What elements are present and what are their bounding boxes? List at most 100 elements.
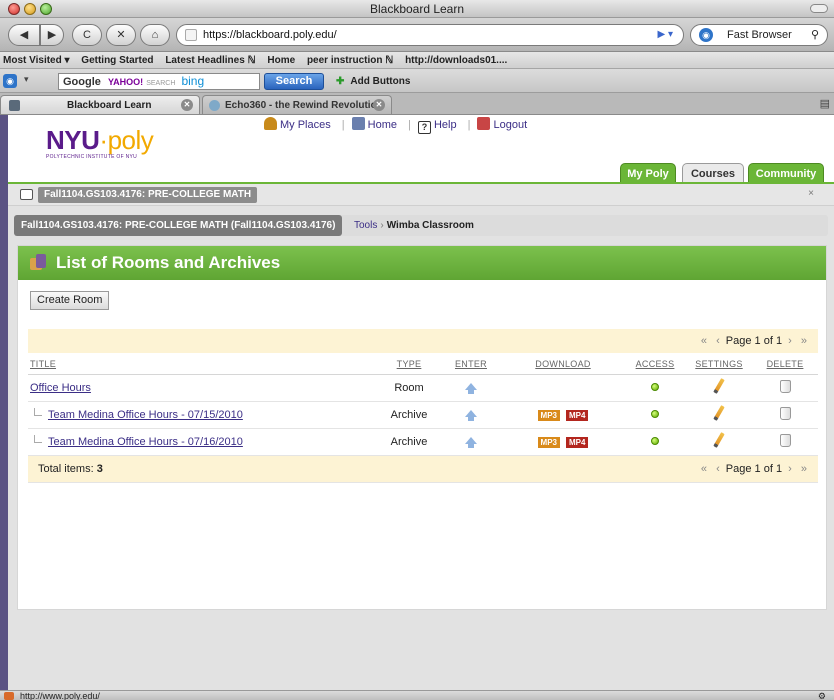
stop-button[interactable]: ✕ [106,24,136,46]
column-settings[interactable]: SETTINGS [686,354,752,375]
search-engine-icon[interactable]: ◉ [699,28,713,42]
toolbar-search-input[interactable]: Google YAHOO! SEARCH bing [58,73,260,90]
next-page-icon[interactable]: › [788,463,792,475]
bookmark-peer-instruction[interactable]: peer instruction ℕ [307,55,393,66]
logout-link[interactable]: Logout [477,117,531,131]
status-text: http://www.poly.edu/ [20,691,100,700]
room-title-cell: Team Medina Office Hours - 07/15/2010 [28,401,378,429]
chevron-down-icon[interactable]: ▾ [24,74,29,85]
delete-cell [752,401,818,429]
bottom-pager: « ‹ Page 1 of 1 › » [378,455,818,483]
settings-gear-icon[interactable]: ⚙ [818,691,826,700]
first-page-icon[interactable]: « [701,463,707,475]
go-arrow-icon[interactable]: ▶ ▾ [658,25,674,45]
pencil-icon[interactable] [713,432,725,448]
reload-button[interactable]: C [72,24,102,46]
person-icon [264,117,277,130]
forward-button[interactable]: ▶ [40,24,64,46]
zoom-window-icon[interactable] [40,3,52,15]
trash-icon[interactable] [779,379,791,393]
window-title: Blackboard Learn [369,2,465,16]
column-enter[interactable]: ENTER [440,354,502,375]
tab-courses[interactable]: Courses [682,163,744,183]
blackboard-favicon-icon [9,100,20,111]
toolbar-toggle-icon[interactable] [810,4,828,13]
rooms-table: TITLE TYPE ENTER DOWNLOAD ACCESS SETTING… [28,354,818,483]
mp4-download-icon[interactable]: MP4 [566,409,589,421]
toolbar-search-button[interactable]: Search [264,73,324,90]
home-button[interactable]: ⌂ [140,24,170,46]
prev-page-icon[interactable]: ‹ [716,463,720,475]
close-tab-icon[interactable]: ✕ [373,99,385,111]
enter-arrow-icon[interactable] [465,436,477,448]
last-page-icon[interactable]: » [801,463,807,475]
table-row: Team Medina Office Hours - 07/16/2010 Ar… [28,428,818,456]
table-header-row: TITLE TYPE ENTER DOWNLOAD ACCESS SETTING… [28,354,818,375]
room-link[interactable]: Office Hours [30,382,91,394]
pencil-icon[interactable] [713,378,725,394]
column-access[interactable]: ACCESS [624,354,686,375]
url-input[interactable]: https://blackboard.poly.edu/ ▶ ▾ [176,24,684,46]
close-icon[interactable]: × [808,188,814,199]
panel-header: List of Rooms and Archives [18,246,826,280]
close-tab-icon[interactable]: ✕ [181,99,193,111]
bookmark-getting-started[interactable]: Getting Started [81,55,153,66]
trash-icon[interactable] [779,406,791,420]
close-window-icon[interactable] [8,3,20,15]
column-title[interactable]: TITLE [28,354,378,375]
search-toolbar: ◉ ▾ Google YAHOO! SEARCH bing Search ✚ Ad… [0,69,834,93]
separator: | [408,119,411,131]
home-link[interactable]: Home [351,117,401,131]
course-menu-icon[interactable] [20,189,33,200]
add-buttons-label: Add Buttons [350,76,411,87]
archive-link[interactable]: Team Medina Office Hours - 07/16/2010 [48,436,243,448]
bookmark-downloads[interactable]: http://downloads01.... [405,55,507,66]
prev-page-icon[interactable]: ‹ [716,335,720,347]
delete-cell [752,428,818,456]
magnifier-icon[interactable]: ⚲ [811,25,819,45]
column-download[interactable]: DOWNLOAD [502,354,624,375]
nyu-poly-logo[interactable]: NYU·poly POLYTECHNIC INSTITUTE OF NYU [46,125,154,160]
archive-link[interactable]: Team Medina Office Hours - 07/15/2010 [48,409,243,421]
access-cell [624,374,686,402]
course-title-pill[interactable]: Fall1104.GS103.4176: PRE-COLLEGE MATH [38,187,258,203]
mp3-download-icon[interactable]: MP3 [537,436,560,448]
minimize-window-icon[interactable] [24,3,36,15]
browser-tab-blackboard[interactable]: Blackboard Learn ✕ [0,95,200,114]
access-status-icon[interactable] [651,382,659,391]
breadcrumb-tools[interactable]: Tools [354,220,377,231]
tab-community[interactable]: Community [748,163,824,183]
browser-tab-echo360[interactable]: Echo360 - the Rewind Revolution ✕ [202,95,392,114]
column-type[interactable]: TYPE [378,354,440,375]
my-places-link[interactable]: My Places [264,117,335,131]
mp3-download-icon[interactable]: MP3 [537,409,560,421]
browser-search-input[interactable]: ◉ Fast Browser ⚲ [690,24,828,46]
logout-label: Logout [493,119,528,131]
tab-my-poly[interactable]: My Poly [620,163,676,183]
next-page-icon[interactable]: › [788,335,792,347]
mp4-download-icon[interactable]: MP4 [566,436,589,448]
toolbar-logo-icon[interactable]: ◉ [3,74,17,88]
top-links: My Places | Home | ? Help | Logout [264,117,535,134]
create-room-button[interactable]: Create Room [30,291,110,310]
first-page-icon[interactable]: « [701,335,707,347]
bookmark-home[interactable]: Home [267,55,295,66]
help-link[interactable]: ? Help [417,119,461,134]
my-places-label: My Places [280,119,331,131]
back-button[interactable]: ◀ [8,24,40,46]
add-buttons-button[interactable]: ✚ Add Buttons [336,73,410,90]
tab-list-icon[interactable]: ▤ [820,97,830,110]
column-delete[interactable]: DELETE [752,354,818,375]
room-type: Room [378,374,440,402]
bookmark-most-visited[interactable]: Most Visited ▾ [3,55,70,66]
access-status-icon[interactable] [651,436,659,445]
breadcrumb-course[interactable]: Fall1104.GS103.4176: PRE-COLLEGE MATH (F… [14,215,343,236]
last-page-icon[interactable]: » [801,335,807,347]
trash-icon[interactable] [779,433,791,447]
enter-arrow-icon[interactable] [465,409,477,421]
google-label: Google [63,76,101,88]
bookmark-latest-headlines[interactable]: Latest Headlines ℕ [165,55,255,66]
access-status-icon[interactable] [651,409,659,418]
enter-arrow-icon[interactable] [465,382,477,394]
pencil-icon[interactable] [713,405,725,421]
